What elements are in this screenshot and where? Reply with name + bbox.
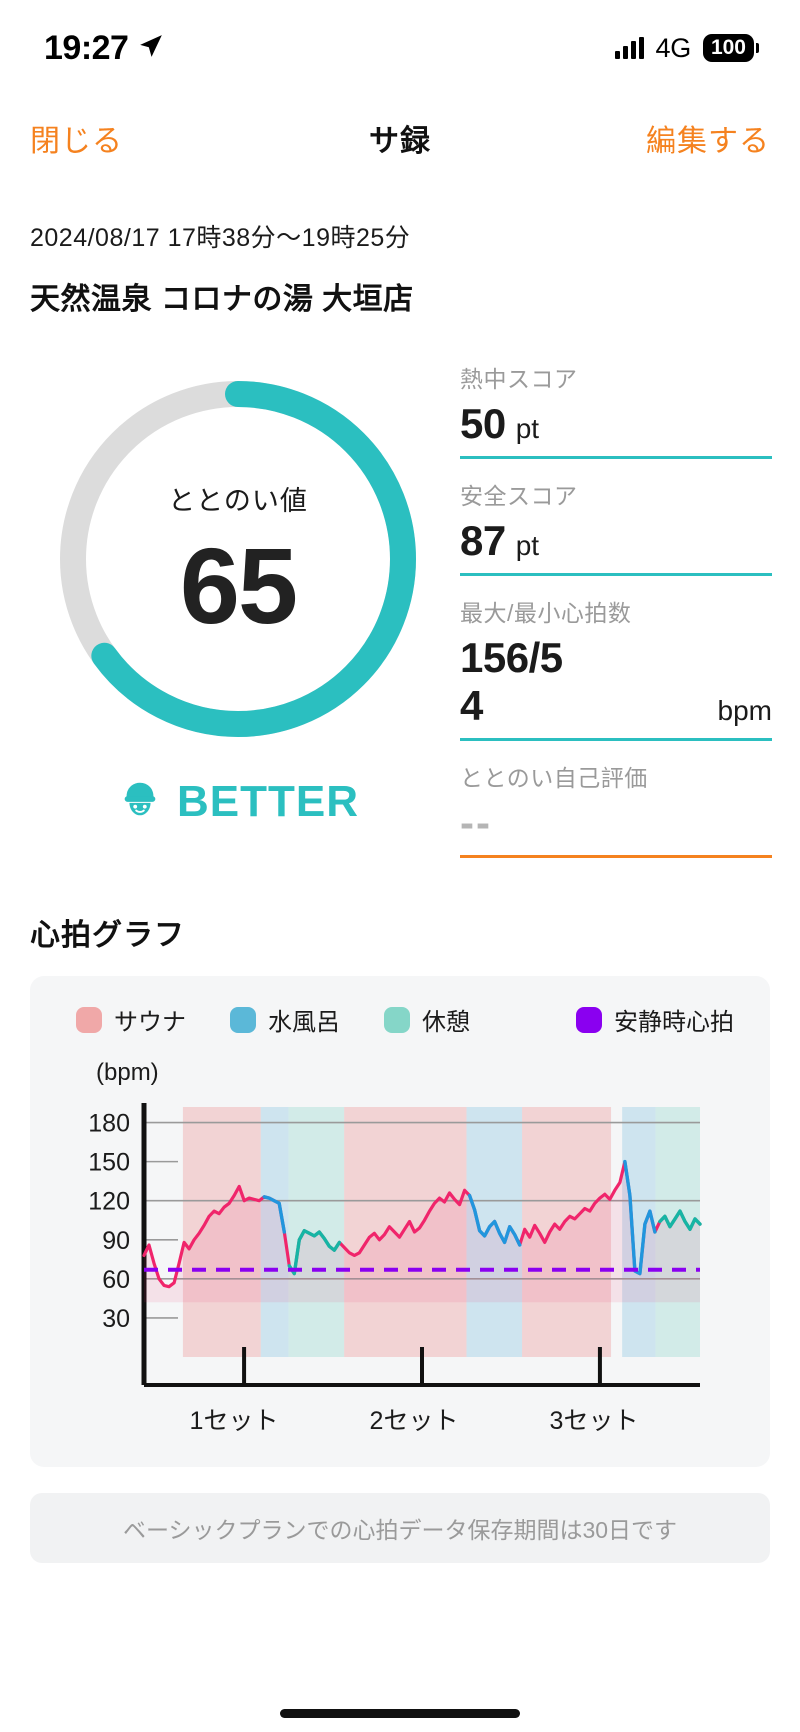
stat-value-overflow: 4 bbox=[460, 682, 483, 729]
legend-label: 休憩 bbox=[422, 1009, 470, 1036]
y-axis-unit-label: (bpm) bbox=[96, 1059, 159, 1086]
stat-self-rating[interactable]: ととのい自己評価 -- bbox=[460, 759, 772, 858]
legend-swatch-cold-bath bbox=[230, 1006, 256, 1033]
stat-value: 50 bbox=[460, 400, 506, 447]
cellular-bars-icon bbox=[614, 37, 644, 59]
stat-value: 156/5 bbox=[460, 634, 563, 681]
stat-heat-score: 熱中スコア 50 pt bbox=[460, 360, 772, 459]
stat-label: ととのい自己評価 bbox=[460, 765, 648, 791]
home-indicator[interactable] bbox=[280, 1709, 520, 1718]
svg-text:60: 60 bbox=[102, 1266, 130, 1294]
stat-value: 87 bbox=[460, 517, 506, 564]
svg-text:120: 120 bbox=[88, 1188, 130, 1216]
stat-row: 87 pt bbox=[460, 517, 772, 573]
legend-swatch-resting-hr bbox=[576, 1006, 602, 1033]
stat-label: 安全スコア bbox=[460, 483, 578, 509]
stat-row: -- bbox=[460, 799, 772, 855]
legend-item-cold-bath: 水風呂 bbox=[230, 1002, 340, 1037]
plan-retention-note: ベーシックプランでの心拍データ保存期間は30日です bbox=[30, 1493, 770, 1563]
heart-rate-plot: 30 60 90 120 150 180 bbox=[88, 1103, 702, 1387]
rank-row: BETTER bbox=[28, 776, 448, 827]
stat-unit: pt bbox=[515, 530, 540, 561]
stat-row: 50 pt bbox=[460, 400, 772, 456]
svg-text:180: 180 bbox=[88, 1110, 130, 1138]
session-date-range: 2024/08/17 17時38分〜19時25分 bbox=[30, 224, 411, 252]
stat-underline bbox=[460, 855, 772, 858]
session-info: 2024/08/17 17時38分〜19時25分 天然温泉 コロナの湯 大垣店 bbox=[0, 180, 800, 318]
legend-item-rest: 休憩 bbox=[384, 1002, 470, 1037]
status-time: 19:27 bbox=[44, 28, 129, 67]
network-type-label: 4G bbox=[655, 32, 692, 63]
legend-label: 水風呂 bbox=[268, 1009, 340, 1036]
svg-text:150: 150 bbox=[88, 1149, 130, 1177]
stat-unit: bpm bbox=[717, 695, 772, 726]
gauge-label: ととのい値 bbox=[168, 485, 308, 516]
chart-legend: サウナ 水風呂 休憩 安静時心拍 bbox=[48, 1002, 752, 1037]
legend-item-sauna: サウナ bbox=[76, 1002, 186, 1037]
legend-swatch-rest bbox=[384, 1006, 410, 1033]
gauge-center-text: ととのい値 65 bbox=[43, 364, 433, 754]
x-label-set2: 2セット bbox=[369, 1407, 459, 1435]
edit-button[interactable]: 編集する bbox=[646, 116, 770, 160]
status-bar: 19:27 4G 100 bbox=[0, 0, 800, 96]
stat-underline bbox=[460, 573, 772, 576]
chart-x-labels: 1セット 2セット 3セット bbox=[48, 1401, 752, 1437]
x-label-set1: 1セット bbox=[189, 1407, 279, 1435]
status-bar-left: 19:27 bbox=[44, 29, 164, 68]
svg-text:30: 30 bbox=[102, 1305, 130, 1333]
legend-item-resting-hr: 安静時心拍 bbox=[576, 1002, 734, 1037]
heart-rate-chart-card: サウナ 水風呂 休憩 安静時心拍 (bpm) 30 60 90 120 150 180 1… bbox=[30, 976, 770, 1467]
stat-row: 156/5 4 bpm bbox=[460, 634, 772, 738]
close-button[interactable]: 閉じる bbox=[30, 116, 123, 160]
navigation-bar: 閉じる サ録 編集する bbox=[0, 96, 800, 180]
stats-column: 熱中スコア 50 pt 安全スコア 87 pt 最大/最小心拍数 156/5 4… bbox=[448, 354, 772, 876]
legend-label: 安静時心拍 bbox=[614, 1009, 734, 1036]
stat-value: -- bbox=[460, 799, 492, 846]
legend-label: サウナ bbox=[114, 1009, 186, 1036]
stat-underline bbox=[460, 456, 772, 459]
legend-swatch-sauna bbox=[76, 1006, 102, 1033]
x-label-set3: 3セット bbox=[549, 1407, 639, 1435]
rank-label: BETTER bbox=[177, 776, 359, 826]
stat-max-min-heart-rate: 最大/最小心拍数 156/5 4 bpm bbox=[460, 594, 772, 741]
gauge-value: 65 bbox=[179, 524, 298, 646]
gauge-column: ととのい値 65 BETTER bbox=[28, 354, 448, 876]
chart-heading: 心拍グラフ bbox=[30, 919, 185, 952]
status-bar-right: 4G 100 bbox=[614, 32, 760, 64]
summary-section: ととのい値 65 BETTER 熱中スコア 50 pt 安全スコア 87 pt … bbox=[0, 318, 800, 876]
totonoi-gauge: ととのい値 65 bbox=[43, 364, 433, 754]
svg-text:90: 90 bbox=[102, 1227, 130, 1255]
stat-label: 最大/最小心拍数 bbox=[460, 600, 632, 626]
stat-unit: pt bbox=[515, 413, 540, 444]
battery-indicator: 100 bbox=[702, 34, 760, 62]
stat-underline bbox=[460, 738, 772, 741]
session-venue: 天然温泉 コロナの湯 大垣店 bbox=[30, 283, 414, 316]
chart-plot-area: 30 60 90 120 150 180 bbox=[48, 1095, 752, 1395]
sauna-hat-face-icon bbox=[117, 776, 163, 827]
stat-label: 熱中スコア bbox=[460, 366, 578, 392]
location-arrow-icon bbox=[138, 33, 164, 64]
stat-safety-score: 安全スコア 87 pt bbox=[460, 477, 772, 576]
